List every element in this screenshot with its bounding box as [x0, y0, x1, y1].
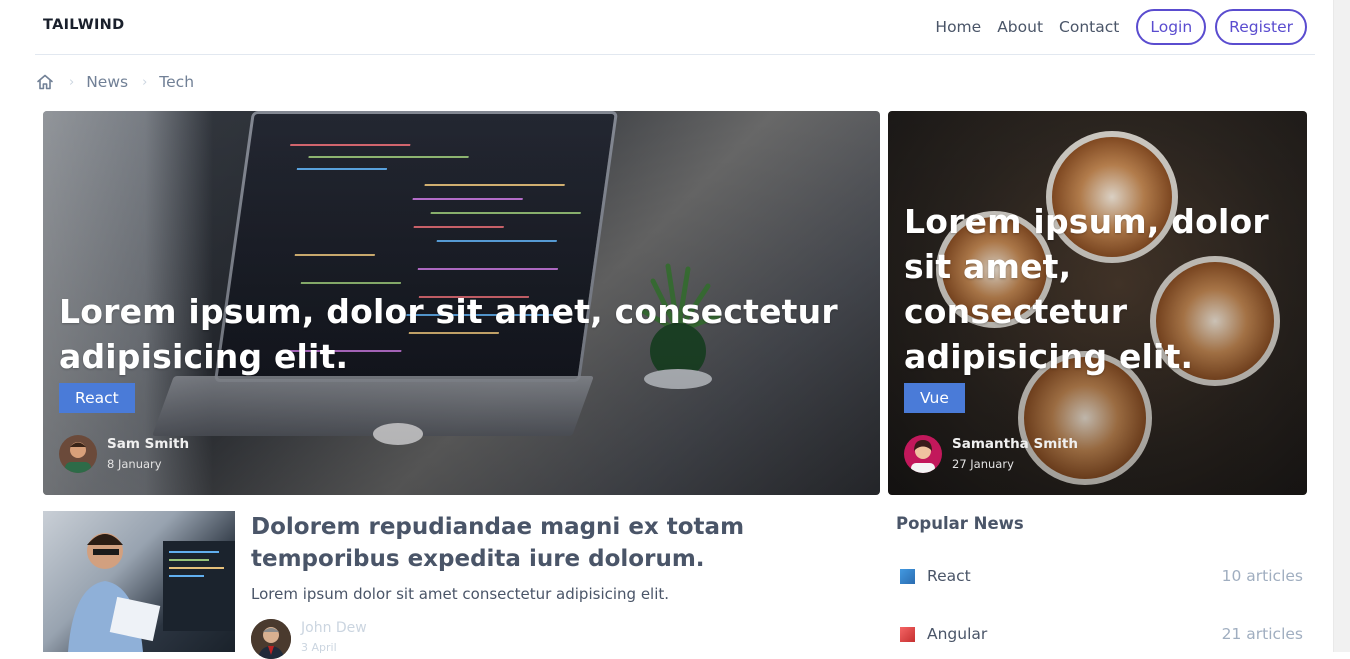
post-author: John Dew 3 April: [251, 619, 367, 659]
login-button[interactable]: Login: [1136, 9, 1207, 45]
popular-item-angular[interactable]: Angular 21 articles: [900, 624, 1303, 644]
page-scrollbar[interactable]: [1333, 0, 1350, 652]
post-excerpt: Lorem ipsum dolor sit amet consectetur a…: [251, 585, 670, 603]
category-color-icon: [900, 626, 915, 642]
breadcrumb-item-tech[interactable]: Tech: [159, 73, 194, 91]
avatar: [904, 435, 942, 473]
post-date: 3 April: [301, 641, 337, 654]
tag-react[interactable]: React: [59, 383, 135, 413]
author-name: Sam Smith: [107, 436, 190, 452]
category-name: Angular: [927, 625, 988, 643]
article-count: 21 articles: [1221, 625, 1303, 643]
popular-item-react[interactable]: React 10 articles: [900, 566, 1303, 586]
sidebar-title: Popular News: [896, 514, 1024, 533]
top-navbar: TAILWIND Home About Contact Login Regist…: [35, 0, 1315, 55]
page-container: TAILWIND Home About Contact Login Regist…: [35, 0, 1315, 659]
nav-link-home[interactable]: Home: [935, 18, 981, 36]
featured-author: Samantha Smith 27 January: [904, 435, 1078, 473]
category-name: React: [927, 567, 971, 585]
post-date: 27 January: [952, 457, 1014, 471]
nav-link-contact[interactable]: Contact: [1059, 18, 1119, 36]
home-icon[interactable]: [35, 72, 55, 92]
featured-card-2[interactable]: Lorem ipsum, dolor sit amet, consectetur…: [888, 111, 1307, 495]
breadcrumb-item-news[interactable]: News: [86, 73, 128, 91]
post-thumbnail[interactable]: [43, 511, 235, 652]
author-name: John Dew: [301, 620, 367, 636]
logo[interactable]: TAILWIND: [43, 17, 124, 33]
avatar: [251, 619, 291, 659]
nav-links: Home About Contact Login Register: [935, 9, 1307, 45]
register-button[interactable]: Register: [1215, 9, 1307, 45]
post-card: Dolorem repudiandae magni ex totam tempo…: [43, 511, 873, 659]
post-date: 8 January: [107, 457, 162, 471]
chevron-right-icon: ›: [142, 74, 148, 90]
featured-author: Sam Smith 8 January: [59, 435, 189, 473]
tag-vue[interactable]: Vue: [904, 383, 965, 413]
avatar: [59, 435, 97, 473]
featured-title[interactable]: Lorem ipsum, dolor sit amet, consectetur…: [59, 289, 859, 379]
featured-card-1[interactable]: Lorem ipsum, dolor sit amet, consectetur…: [43, 111, 880, 495]
breadcrumb: › News › Tech: [35, 70, 194, 94]
nav-link-about[interactable]: About: [997, 18, 1043, 36]
article-count: 10 articles: [1221, 567, 1303, 585]
category-color-icon: [900, 568, 915, 584]
author-name: Samantha Smith: [952, 436, 1078, 452]
chevron-right-icon: ›: [69, 74, 75, 90]
featured-title[interactable]: Lorem ipsum, dolor sit amet, consectetur…: [904, 199, 1294, 379]
post-title[interactable]: Dolorem repudiandae magni ex totam tempo…: [251, 511, 851, 575]
